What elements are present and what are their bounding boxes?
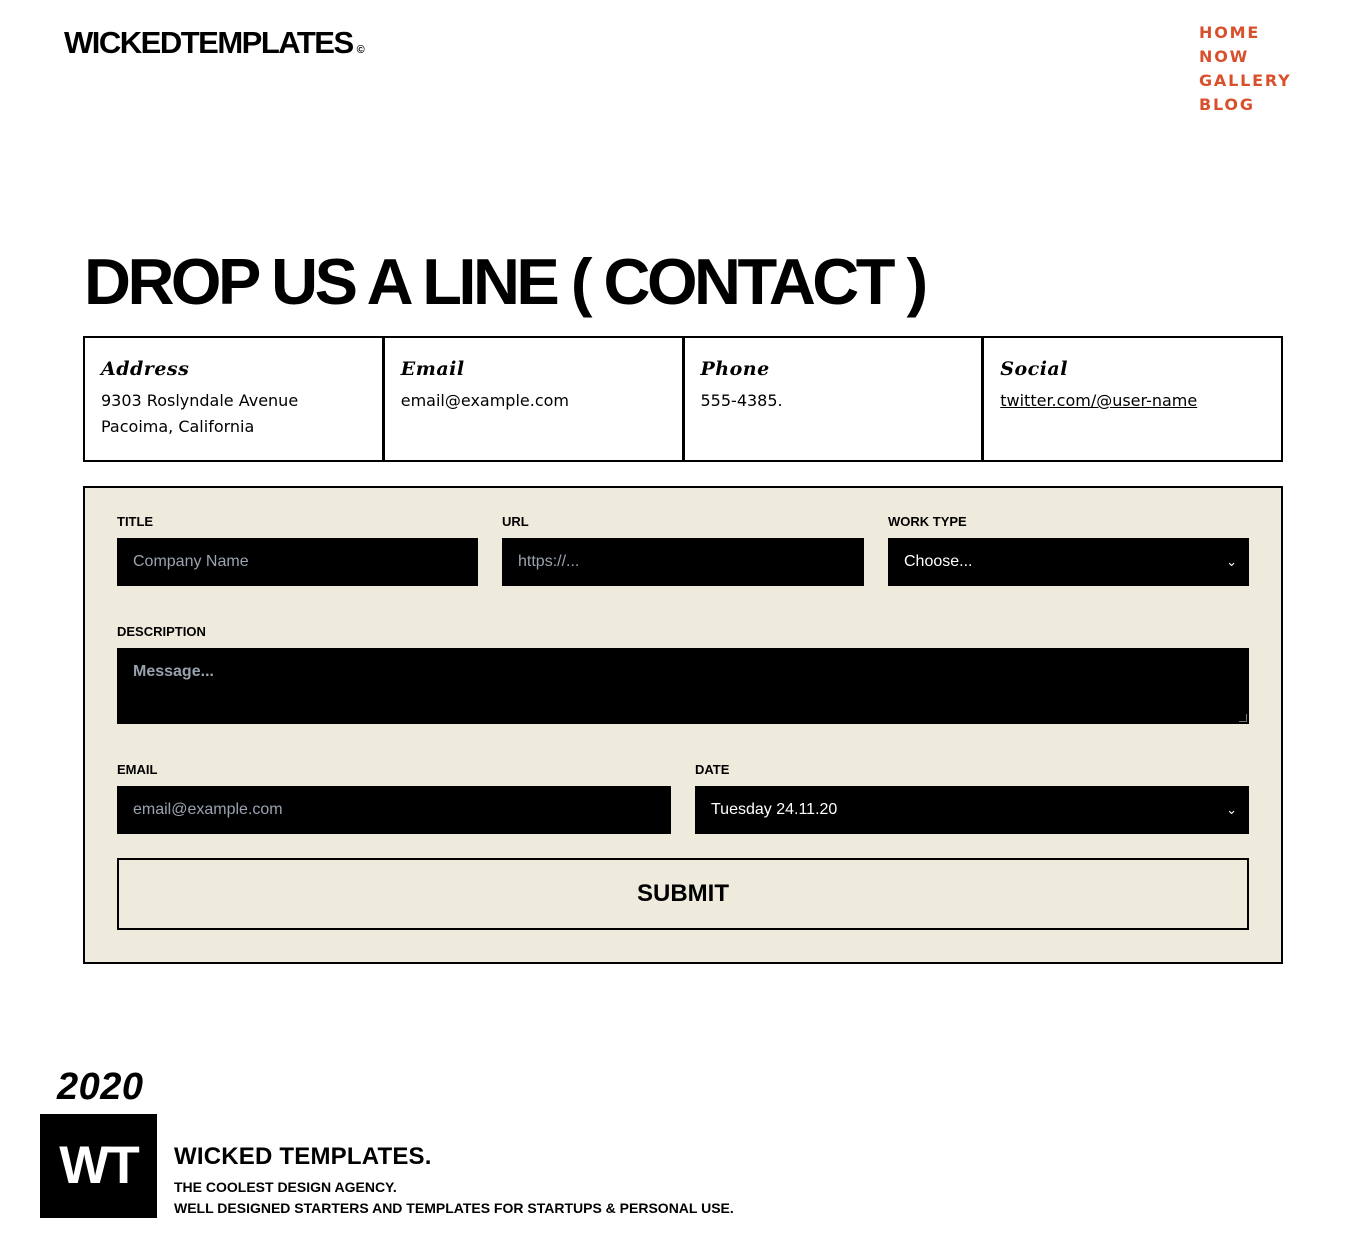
copyright-icon: ©: [356, 44, 365, 56]
address-line-1: 9303 Roslyndale Avenue: [101, 391, 299, 410]
phone-value: 555-4385.: [700, 391, 783, 410]
date-select[interactable]: Tuesday 24.11.20 ⌄: [695, 786, 1249, 834]
main-nav: HOME NOW GALLERY BLOG: [1199, 21, 1291, 117]
contact-form: TITLE Company Name URL https://... WORK …: [83, 486, 1283, 964]
date-value: Tuesday 24.11.20: [711, 801, 838, 818]
phone-card: Phone 555-4385.: [685, 338, 985, 460]
description-placeholder: Message...: [133, 663, 214, 680]
footer-tagline-1: THE COOLEST DESIGN AGENCY.: [174, 1179, 397, 1195]
social-card: Social twitter.com/@user-name: [984, 338, 1281, 460]
nav-blog-link[interactable]: BLOG: [1199, 93, 1291, 117]
footer-tagline-2: WELL DESIGNED STARTERS AND TEMPLATES FOR…: [174, 1200, 734, 1216]
address-line-2: Pacoima, California: [101, 417, 255, 436]
url-placeholder: https://...: [518, 553, 580, 570]
brand-name: WICKEDTEMPLATES: [64, 25, 354, 60]
email-card: Email email@example.com: [385, 338, 685, 460]
nav-home-link[interactable]: HOME: [1199, 21, 1291, 45]
nav-now-link[interactable]: NOW: [1199, 45, 1291, 69]
page-title: DROP US A LINE ( CONTACT ): [84, 245, 928, 318]
description-textarea[interactable]: Message...: [117, 648, 1249, 724]
work-type-select[interactable]: Choose... ⌄: [888, 538, 1249, 586]
nav-gallery-link[interactable]: GALLERY: [1199, 69, 1291, 93]
address-card: Address 9303 Roslyndale Avenue Pacoima, …: [85, 338, 385, 460]
title-placeholder: Company Name: [133, 553, 249, 570]
url-input[interactable]: https://...: [502, 538, 864, 586]
url-label: URL: [502, 514, 529, 529]
email-placeholder: email@example.com: [133, 801, 283, 818]
chevron-down-icon: ⌄: [1226, 802, 1237, 817]
email-label: EMAIL: [117, 762, 158, 777]
phone-heading: Phone: [700, 358, 770, 380]
chevron-down-icon: ⌄: [1226, 554, 1237, 569]
social-link[interactable]: twitter.com/@user-name: [1000, 391, 1197, 410]
footer-logo: WT: [40, 1114, 157, 1218]
resize-handle-icon[interactable]: [1239, 714, 1247, 722]
submit-button[interactable]: SUBMIT: [117, 858, 1249, 930]
work-type-label: WORK TYPE: [888, 514, 967, 529]
address-heading: Address: [101, 358, 190, 380]
description-label: DESCRIPTION: [117, 624, 206, 639]
title-input[interactable]: Company Name: [117, 538, 478, 586]
title-label: TITLE: [117, 514, 154, 529]
email-value: email@example.com: [400, 391, 569, 410]
footer-company-name: WICKED TEMPLATES.: [174, 1143, 432, 1170]
footer-year: 2020: [57, 1066, 144, 1108]
social-heading: Social: [1000, 358, 1068, 380]
contact-info-grid: Address 9303 Roslyndale Avenue Pacoima, …: [83, 336, 1283, 462]
email-input[interactable]: email@example.com: [117, 786, 671, 834]
email-heading: Email: [400, 358, 465, 380]
date-label: DATE: [695, 762, 730, 777]
work-type-value: Choose...: [904, 553, 973, 570]
brand-logo[interactable]: WICKEDTEMPLATES ©: [64, 26, 365, 67]
